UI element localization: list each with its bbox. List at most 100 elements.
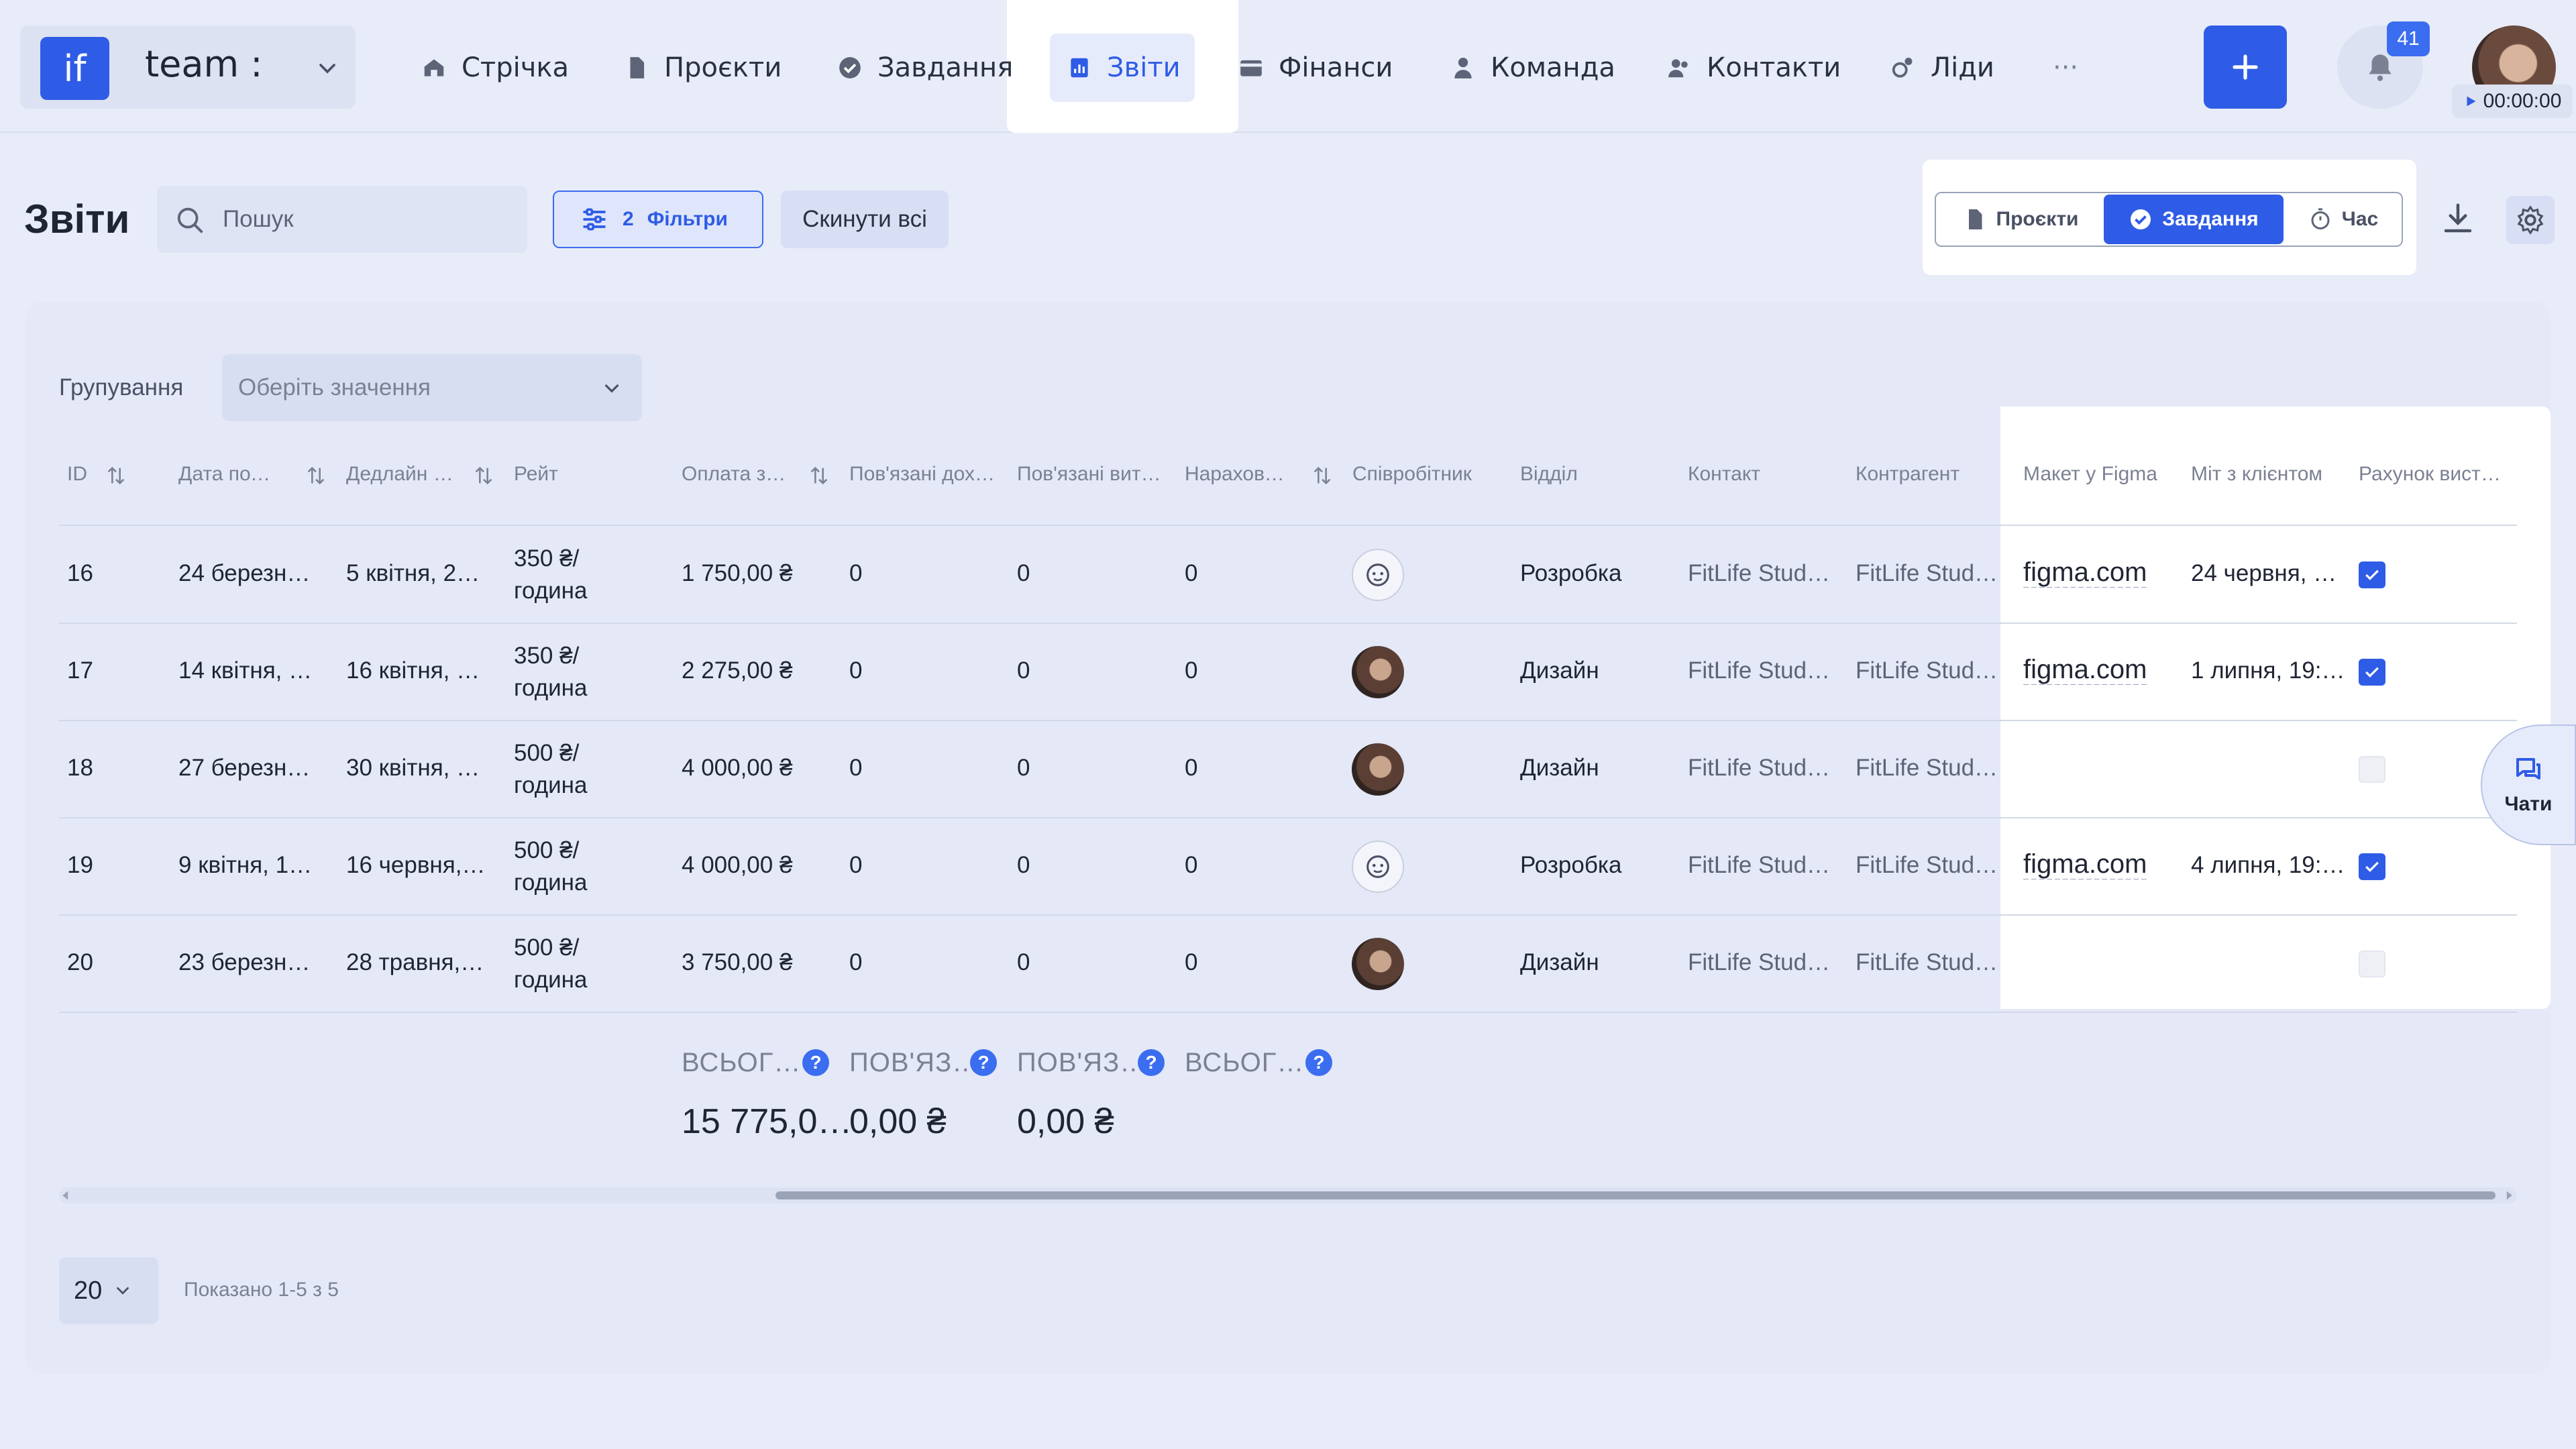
employee-avatar[interactable] [1352,645,1404,698]
employee-avatar[interactable] [1352,937,1404,990]
mode-tasks-tab[interactable]: Завдання [2104,195,2284,244]
employee-avatar[interactable] [1352,548,1404,601]
page-size-value: 20 [74,1276,103,1305]
counterparty-link[interactable]: FitLife Stud… [1856,852,2000,879]
nav-item-tasks[interactable]: Завдання [837,40,1013,95]
help-icon[interactable]: ? [1305,1049,1332,1076]
counterparty-link[interactable]: FitLife Stud… [1856,755,2000,782]
total-label: ПОВ'ЯЗ… [1017,1048,1148,1077]
invoice-checkbox[interactable] [2359,658,2385,686]
column-header-employee[interactable]: Співробітник [1352,463,1500,486]
download-button[interactable] [2432,193,2483,244]
help-icon[interactable]: ? [970,1049,997,1076]
column-header-payment[interactable]: Оплата з… [682,463,789,486]
figma-link[interactable]: figma.com [2023,655,2171,685]
column-header-client-meeting[interactable]: Міт з клієнтом [2191,463,2339,486]
grouping-select[interactable]: Оберіть значення [222,354,642,421]
contact-link[interactable]: FitLife Stud… [1688,560,1835,587]
sort-icon[interactable] [472,463,495,488]
rate-cell: 500 ₴/ година [514,737,648,802]
related-expenses-cell: 0 [1017,657,1030,684]
help-icon[interactable]: ? [802,1049,829,1076]
scroll-right-arrow-icon[interactable] [2504,1190,2514,1201]
search-box[interactable] [157,186,527,253]
mode-time-tab[interactable]: Час [2286,195,2400,244]
chevron-down-icon [319,64,335,74]
reset-filters-button[interactable]: Скинути всі [781,191,949,248]
counterparty-link[interactable]: FitLife Stud… [1856,560,2000,587]
filters-button[interactable]: 2 Фільтри [553,191,763,248]
table-settings-button[interactable] [2506,196,2555,244]
nav-item-leads[interactable]: Ліди [1890,40,1994,95]
app-logo: if [40,37,109,100]
total-value: 15 775,0… [682,1102,853,1141]
scroll-left-arrow-icon[interactable] [60,1190,71,1201]
task-id-link[interactable]: 18 [67,755,107,782]
task-id-link[interactable]: 20 [67,949,107,976]
figma-link[interactable]: figma.com [2023,849,2171,879]
counterparty-link[interactable]: FitLife Stud… [1856,949,2000,976]
rate-amount: 350 ₴/ [514,642,580,669]
chevron-down-icon [117,1287,129,1295]
task-id-link[interactable]: 16 [67,560,107,587]
pagination-summary: Показано 1-5 з 5 [184,1279,339,1301]
mode-projects-tab[interactable]: Проєкти [1939,195,2102,244]
invoice-checkbox[interactable] [2359,561,2385,588]
start-date-cell: 24 березня… [178,559,322,586]
employee-avatar[interactable] [1352,743,1404,796]
page-size-select[interactable]: 20 [59,1257,158,1324]
column-header-deadline[interactable]: Дедлайн … [346,463,453,486]
nav-item-contacts[interactable]: Контакти [1666,40,1841,95]
create-new-button[interactable] [2204,25,2287,109]
column-header-invoice[interactable]: Рахунок вист… [2359,463,2506,486]
search-input[interactable] [223,186,511,253]
sort-icon[interactable] [1311,463,1334,488]
nav-item-team[interactable]: Команда [1450,40,1615,95]
time-tracker[interactable]: 00:00:00 [2452,85,2573,118]
department-cell: Дизайн [1520,657,1599,684]
contact-link[interactable]: FitLife Stud… [1688,852,1835,879]
nav-item-feed[interactable]: Стрічка [421,40,569,95]
contact-link[interactable]: FitLife Stud… [1688,657,1835,684]
figma-link[interactable]: figma.com [2023,557,2171,588]
nav-item-finance[interactable]: Фінанси [1238,40,1393,95]
invoice-checkbox[interactable] [2359,755,2385,783]
contact-link[interactable]: FitLife Stud… [1688,949,1835,976]
nav-item-label: Проєкти [664,52,782,83]
chevron-down-icon [604,384,619,393]
payment-cell: 1 750,00 ₴ [682,559,793,586]
sort-icon[interactable] [105,463,127,488]
accrued-cell: 0 [1185,754,1198,781]
counterparty-link[interactable]: FitLife Stud… [1856,657,2000,684]
sort-icon[interactable] [305,463,327,488]
payment-cell: 4 000,00 ₴ [682,851,793,878]
employee-avatar[interactable] [1352,840,1404,893]
team-name: team : [145,43,263,85]
invoice-checkbox[interactable] [2359,950,2385,977]
contact-link[interactable]: FitLife Stud… [1688,755,1835,782]
column-header-contact[interactable]: Контакт [1688,463,1835,486]
column-header-related-expenses[interactable]: Пов'язані вит… [1017,463,1165,486]
department-cell: Розробка [1520,851,1622,878]
deadline-cell: 16 червня, … [346,851,490,878]
column-header-figma[interactable]: Макет у Figma [2023,463,2171,486]
client-meeting-cell: 24 червня, 1… [2191,559,2345,586]
column-header-related-income[interactable]: Пов'язані дох… [849,463,997,486]
help-icon[interactable]: ? [1138,1049,1165,1076]
column-header-department[interactable]: Відділ [1520,463,1668,486]
column-header-start-date[interactable]: Дата поч… [178,463,279,486]
scrollbar-thumb[interactable] [775,1191,2496,1199]
rate-amount: 350 ₴/ [514,545,580,572]
column-header-accrued[interactable]: Нарахова… [1185,463,1292,486]
invoice-checkbox[interactable] [2359,853,2385,880]
task-id-link[interactable]: 19 [67,852,107,879]
nav-more-button[interactable]: ··· [2053,40,2078,95]
nav-item-reports[interactable]: Звіти [1067,40,1181,95]
column-header-counterparty[interactable]: Контрагент [1856,463,2003,486]
task-id-link[interactable]: 17 [67,657,107,684]
column-header-id[interactable]: ID [67,463,107,486]
column-header-rate[interactable]: Рейт [514,463,648,486]
sort-icon[interactable] [808,463,830,488]
nav-item-projects[interactable]: Проєкти [624,40,782,95]
deadline-cell: 16 квітня, 2… [346,657,490,684]
